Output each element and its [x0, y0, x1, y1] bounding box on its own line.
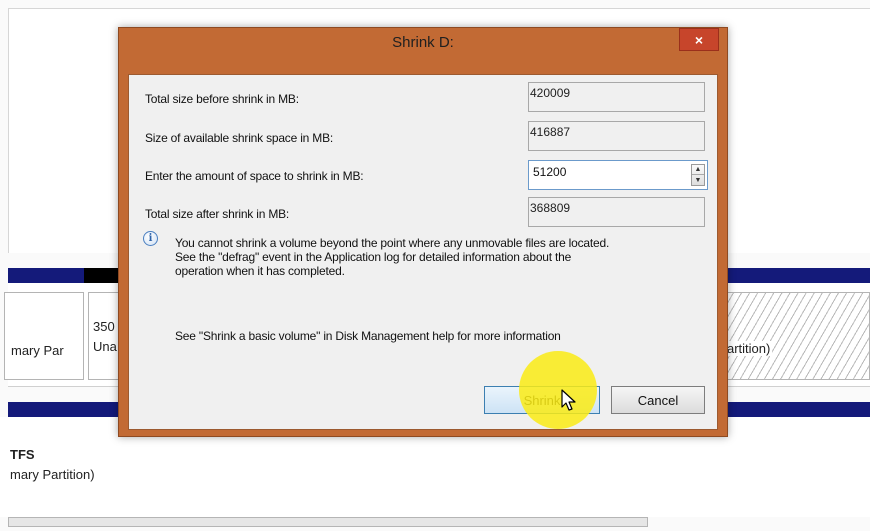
dialog-title: Shrink D:: [392, 34, 454, 51]
info-icon: i: [143, 231, 158, 246]
dialog-body: Total size before shrink in MB: 420009 S…: [128, 74, 718, 430]
info-line: See the "defrag" event in the Applicatio…: [175, 250, 572, 264]
filesystem-label: TFS: [10, 447, 35, 462]
unallocated-size: 350: [93, 319, 115, 334]
total-size-before-label: Total size before shrink in MB:: [145, 92, 299, 106]
partition-left-label: mary Par: [11, 343, 64, 358]
info-line: You cannot shrink a volume beyond the po…: [175, 236, 610, 250]
info-message: You cannot shrink a volume beyond the po…: [175, 236, 715, 278]
spinner-down-icon[interactable]: ▼: [692, 175, 704, 185]
available-shrink-value: 416887: [528, 121, 705, 151]
cancel-button[interactable]: Cancel: [611, 386, 705, 414]
partition-right-label: artition): [727, 341, 773, 356]
shrink-dialog: Shrink D: × Total size before shrink in …: [118, 27, 728, 437]
partition-cell-left[interactable]: mary Par: [4, 292, 84, 380]
mouse-pointer-icon: [561, 389, 576, 411]
cursor-highlight: [519, 351, 597, 429]
total-size-after-label: Total size after shrink in MB:: [145, 207, 290, 221]
partition-type-label: mary Partition): [10, 467, 95, 482]
info-line: operation when it has completed.: [175, 264, 345, 278]
total-size-after-value: 368809: [528, 197, 705, 227]
total-size-before-value: 420009: [528, 82, 705, 112]
horizontal-scrollbar[interactable]: [8, 517, 648, 527]
shrink-amount-input[interactable]: 51200 ▲ ▼: [528, 160, 708, 190]
help-text: See "Shrink a basic volume" in Disk Mana…: [175, 329, 561, 343]
shrink-amount-label: Enter the amount of space to shrink in M…: [145, 169, 364, 183]
shrink-amount-value: 51200: [533, 165, 567, 179]
shrink-amount-spinner[interactable]: ▲ ▼: [691, 164, 705, 186]
available-shrink-label: Size of available shrink space in MB:: [145, 131, 334, 145]
spinner-up-icon[interactable]: ▲: [692, 165, 704, 175]
partition-cell-right[interactable]: artition): [716, 292, 870, 380]
unallocated-label: Una: [93, 339, 117, 354]
close-button[interactable]: ×: [679, 28, 719, 51]
